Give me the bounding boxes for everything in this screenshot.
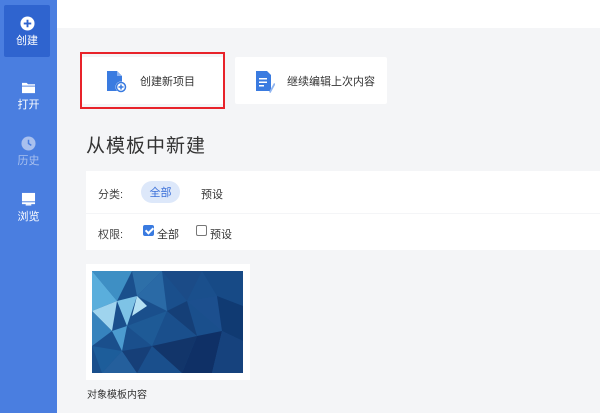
template-caption: 对象模板内容: [87, 390, 147, 401]
permission-all-label[interactable]: 全部: [157, 226, 179, 242]
template-thumbnail: [92, 271, 243, 373]
sidebar: 创建 打开 历史 浏览: [0, 0, 57, 413]
sidebar-item-browse[interactable]: 浏览: [0, 181, 57, 233]
highlight-box: [80, 52, 225, 109]
category-filter: 分类: 全部 预设: [86, 171, 600, 213]
top-bar: [57, 0, 600, 28]
page-title: 从模板中新建: [86, 136, 207, 157]
sidebar-item-label: 打开: [17, 99, 40, 111]
sidebar-item-history[interactable]: 历史: [0, 125, 57, 177]
document-edit-icon: [255, 70, 276, 93]
category-option-all[interactable]: 全部: [141, 181, 180, 203]
plus-circle-icon: [19, 15, 35, 31]
template-card[interactable]: [86, 264, 250, 380]
permission-filter: 权限: 全部 预设: [86, 214, 600, 250]
clock-icon: [21, 135, 37, 151]
permission-label: 权限:: [98, 229, 124, 241]
monitor-icon: [21, 191, 37, 207]
permission-all-checkbox[interactable]: [143, 225, 154, 236]
permission-preset-label[interactable]: 预设: [210, 226, 232, 242]
sidebar-item-create[interactable]: 创建: [4, 5, 50, 57]
continue-editing-label: 继续编辑上次内容: [287, 75, 375, 88]
category-label: 分类:: [98, 189, 124, 201]
category-option-preset[interactable]: 预设: [201, 186, 223, 202]
sidebar-item-label: 历史: [17, 155, 40, 167]
continue-editing-button[interactable]: 继续编辑上次内容: [235, 57, 387, 104]
folder-icon: [21, 79, 37, 95]
sidebar-item-label: 浏览: [17, 211, 40, 223]
sidebar-item-label: 创建: [16, 35, 38, 47]
sidebar-item-open[interactable]: 打开: [0, 69, 57, 121]
permission-preset-checkbox[interactable]: [196, 225, 207, 236]
